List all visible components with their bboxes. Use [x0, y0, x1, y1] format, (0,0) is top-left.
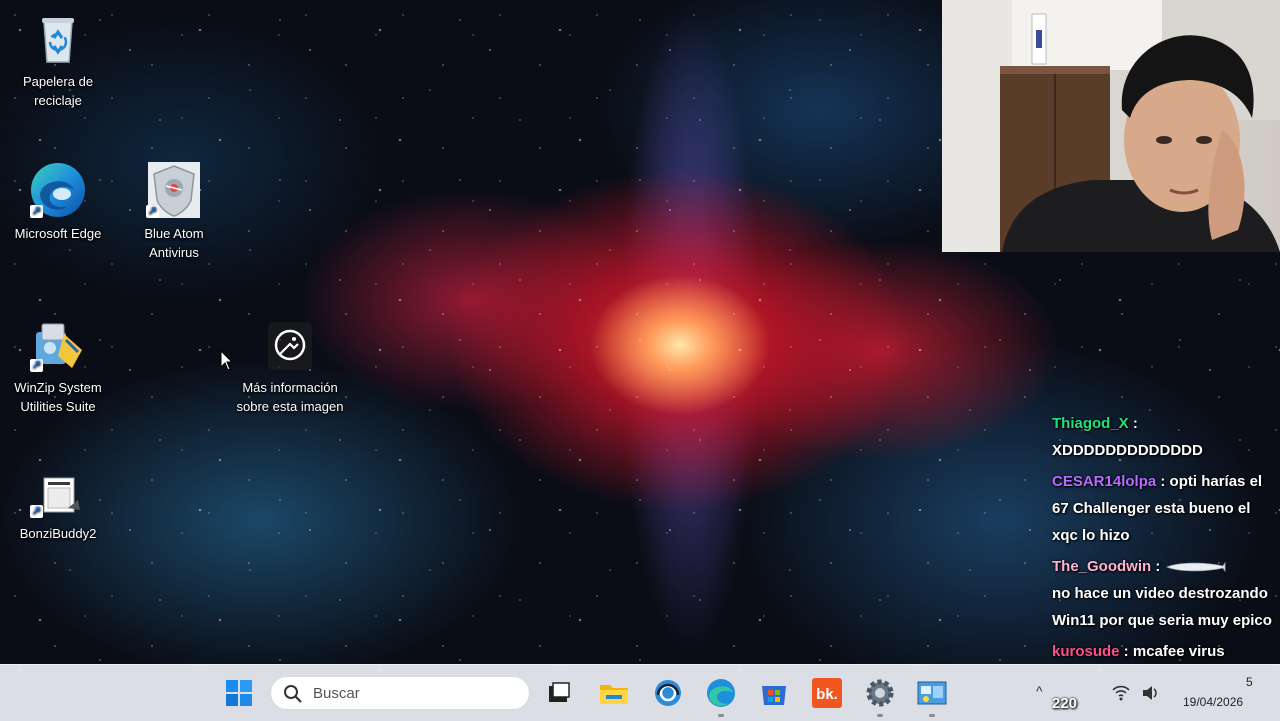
edge-icon: ↗: [28, 160, 88, 220]
settings-icon[interactable]: [864, 677, 896, 709]
task-view-icon[interactable]: [543, 677, 575, 709]
chat-text: no hace un video destrozando Win11 por q…: [1052, 585, 1272, 629]
webcam-overlay: [942, 0, 1280, 252]
chat-separator: :: [1156, 473, 1170, 490]
desktop-icon-label: Microsoft Edge: [14, 226, 102, 241]
desktop-icon-label: Blue Atom Antivirus: [144, 226, 204, 260]
chat-message: kurosude : mcafee virus: [1052, 638, 1274, 665]
chat-message: Thiagod_X : XDDDDDDDDDDDDD: [1052, 410, 1274, 464]
network-icon[interactable]: [1112, 685, 1130, 701]
chat-separator: :: [1119, 643, 1133, 660]
recycle-bin-icon: [28, 8, 88, 68]
desktop-icon-label: Papelera de reciclaje: [22, 74, 94, 108]
chat-message: The_Goodwin : no hace un video destrozan…: [1052, 553, 1274, 634]
file-explorer-icon[interactable]: [598, 677, 630, 709]
search-icon: [284, 685, 302, 703]
winzip-icon: ↗: [28, 314, 88, 374]
store-icon[interactable]: [758, 677, 790, 709]
shortcut-arrow-icon: ↗: [30, 505, 43, 518]
desktop-icon-label: Más información sobre esta imagen: [236, 380, 344, 414]
chat-separator: :: [1128, 415, 1138, 432]
svg-text:bk.: bk.: [816, 686, 838, 703]
desktop-icon-label: BonziBuddy2: [19, 526, 97, 541]
mouse-cursor-icon: [220, 350, 234, 371]
desktop-icon-recycle-bin[interactable]: Papelera de reciclaje: [3, 8, 113, 110]
start-icon[interactable]: [223, 677, 255, 709]
support-icon[interactable]: [652, 677, 684, 709]
clock-date[interactable]: 19/04/2026: [1183, 695, 1243, 709]
chat-username: Thiagod_X: [1052, 415, 1129, 432]
chat-username: CESAR14lolpa: [1052, 473, 1157, 490]
bk-app-icon[interactable]: bk.: [811, 677, 843, 709]
running-indicator: [718, 714, 724, 717]
chat-text: mcafee virus: [1132, 643, 1225, 660]
clock-time[interactable]: 5: [1246, 675, 1253, 689]
control-panel-icon[interactable]: [916, 677, 948, 709]
taskbar: Buscar bk. ^ 220 5 19/04/2026: [0, 664, 1280, 721]
stream-chat: Thiagod_X : XDDDDDDDDDDDDD CESAR14lolpa …: [1052, 410, 1274, 669]
tray-overflow-chevron-icon[interactable]: ^: [1036, 683, 1043, 699]
chat-username: kurosude: [1052, 643, 1120, 660]
shortcut-arrow-icon: ↗: [30, 359, 43, 372]
desktop-icon-label: WinZip System Utilities Suite: [14, 380, 102, 414]
desktop-icon-image-info[interactable]: Más información sobre esta imagen: [235, 318, 345, 416]
desktop-icon-edge[interactable]: ↗ Microsoft Edge: [3, 160, 113, 243]
desktop-icon-bonzibuddy[interactable]: ↗ BonziBuddy2: [3, 476, 113, 543]
chat-message: CESAR14lolpa : opti harías el 67 Challen…: [1052, 468, 1274, 549]
chat-username: The_Goodwin: [1052, 558, 1152, 575]
shortcut-arrow-icon: ↗: [146, 205, 159, 218]
bonzibuddy-icon: ↗: [28, 476, 88, 520]
chat-viewer-count: 220: [1052, 695, 1078, 712]
chat-text: XDDDDDDDDDDDDD: [1052, 442, 1203, 459]
edge-icon[interactable]: [705, 677, 737, 709]
shark-emote-icon: [1165, 561, 1225, 573]
running-indicator: [877, 714, 883, 717]
shortcut-arrow-icon: ↗: [30, 205, 43, 218]
chat-separator: :: [1151, 558, 1165, 575]
running-indicator: [929, 714, 935, 717]
search-placeholder: Buscar: [313, 685, 360, 702]
image-info-icon: [260, 318, 320, 374]
antivirus-shield-icon: ↗: [144, 160, 204, 220]
volume-icon[interactable]: [1142, 685, 1160, 701]
desktop-icon-winzip[interactable]: ↗ WinZip System Utilities Suite: [3, 314, 113, 416]
taskbar-search-box[interactable]: Buscar: [270, 676, 530, 710]
desktop-icon-blue-atom-antivirus[interactable]: ↗ Blue Atom Antivirus: [119, 160, 229, 262]
